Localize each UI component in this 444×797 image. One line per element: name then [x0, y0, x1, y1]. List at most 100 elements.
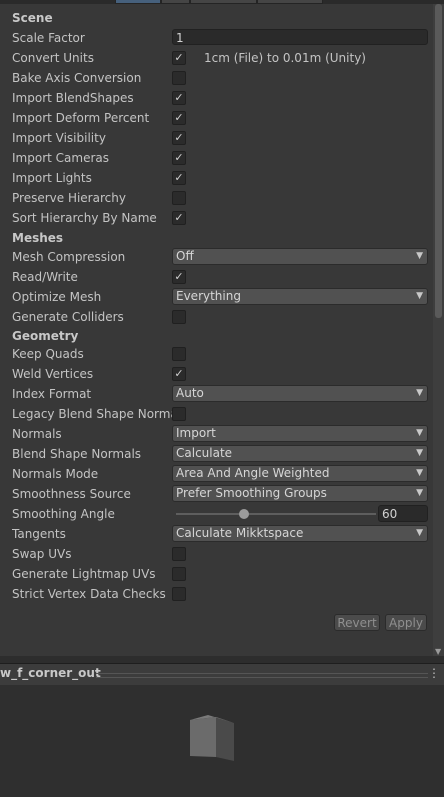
label-import-visibility: Import Visibility	[12, 131, 106, 145]
row-generate-colliders: Generate Colliders	[12, 307, 432, 327]
row-import-deform-percent: Import Deform Percent ✓	[12, 108, 432, 128]
panel-divider[interactable]	[0, 656, 444, 663]
preview-title: w_f_corner_out	[0, 666, 101, 680]
sort-hierarchy-checkbox[interactable]: ✓	[172, 211, 186, 225]
row-import-blendshapes: Import BlendShapes ✓	[12, 88, 432, 108]
generate-colliders-checkbox[interactable]	[172, 310, 186, 324]
row-legacy-blend-shape-normals: Legacy Blend Shape Norma	[12, 404, 432, 424]
row-preserve-hierarchy: Preserve Hierarchy	[12, 188, 432, 208]
normals-value: Import	[176, 426, 216, 440]
normals-mode-value: Area And Angle Weighted	[176, 466, 330, 480]
normals-dropdown[interactable]: Import ▼	[172, 425, 428, 442]
strict-vertex-data-checks-checkbox[interactable]	[172, 587, 186, 601]
mesh-compression-dropdown[interactable]: Off ▼	[172, 248, 428, 265]
model-preview[interactable]	[0, 685, 444, 797]
label-bake-axis-conversion: Bake Axis Conversion	[12, 71, 142, 85]
generate-lightmap-uvs-checkbox[interactable]	[172, 567, 186, 581]
chevron-down-icon: ▼	[416, 448, 423, 458]
row-swap-uvs: Swap UVs	[12, 544, 432, 564]
label-normals: Normals	[12, 427, 62, 441]
bake-axis-conversion-checkbox[interactable]	[172, 71, 186, 85]
row-generate-lightmap-uvs: Generate Lightmap UVs	[12, 564, 432, 584]
row-sort-hierarchy: Sort Hierarchy By Name ✓	[12, 208, 432, 228]
label-generate-lightmap-uvs: Generate Lightmap UVs	[12, 567, 156, 581]
smoothness-source-dropdown[interactable]: Prefer Smoothing Groups ▼	[172, 485, 428, 502]
section-header-meshes: Meshes	[12, 231, 64, 245]
label-read-write: Read/Write	[12, 270, 78, 284]
label-keep-quads: Keep Quads	[12, 347, 84, 361]
import-blendshapes-checkbox[interactable]: ✓	[172, 91, 186, 105]
label-preserve-hierarchy: Preserve Hierarchy	[12, 191, 126, 205]
row-read-write: Read/Write ✓	[12, 267, 432, 287]
blend-shape-normals-dropdown[interactable]: Calculate ▼	[172, 445, 428, 462]
legacy-blend-shape-normals-checkbox[interactable]	[172, 407, 186, 421]
preview-drag-handle[interactable]	[96, 673, 428, 678]
tangents-dropdown[interactable]: Calculate Mikktspace ▼	[172, 525, 428, 542]
row-normals: Normals Import ▼	[12, 424, 432, 444]
label-swap-uvs: Swap UVs	[12, 547, 72, 561]
row-scale-factor: Scale Factor 1	[12, 28, 432, 48]
row-convert-units: Convert Units ✓ 1cm (File) to 0.01m (Uni…	[12, 48, 432, 68]
preview-header[interactable]: w_f_corner_out ⋮	[0, 663, 444, 686]
swap-uvs-checkbox[interactable]	[172, 547, 186, 561]
inspector-scrollbar[interactable]: ▼	[433, 4, 444, 656]
row-mesh-compression: Mesh Compression Off ▼	[12, 247, 432, 267]
row-import-cameras: Import Cameras ✓	[12, 148, 432, 168]
inspector-scrollbar-thumb[interactable]	[435, 4, 442, 318]
label-normals-mode: Normals Mode	[12, 467, 99, 481]
label-import-cameras: Import Cameras	[12, 151, 109, 165]
label-generate-colliders: Generate Colliders	[12, 310, 124, 324]
import-cameras-checkbox[interactable]: ✓	[172, 151, 186, 165]
label-smoothing-angle: Smoothing Angle	[12, 507, 115, 521]
index-format-dropdown[interactable]: Auto ▼	[172, 385, 428, 402]
section-header-scene: Scene	[12, 11, 53, 25]
row-import-lights: Import Lights ✓	[12, 168, 432, 188]
smoothing-angle-slider[interactable]	[176, 509, 376, 519]
more-options-icon[interactable]: ⋮	[428, 666, 440, 680]
row-blend-shape-normals: Blend Shape Normals Calculate ▼	[12, 444, 432, 464]
import-lights-checkbox[interactable]: ✓	[172, 171, 186, 185]
scroll-down-arrow-icon[interactable]: ▼	[435, 647, 441, 656]
smoothing-angle-slider-thumb[interactable]	[239, 509, 250, 519]
weld-vertices-checkbox[interactable]: ✓	[172, 367, 186, 381]
normals-mode-dropdown[interactable]: Area And Angle Weighted ▼	[172, 465, 428, 482]
import-deform-percent-checkbox[interactable]: ✓	[172, 111, 186, 125]
preserve-hierarchy-checkbox[interactable]	[172, 191, 186, 205]
label-smoothness-source: Smoothness Source	[12, 487, 131, 501]
optimize-mesh-dropdown[interactable]: Everything ▼	[172, 288, 428, 305]
revert-button[interactable]: Revert	[334, 614, 380, 631]
label-strict-vertex-data-checks: Strict Vertex Data Checks	[12, 587, 166, 601]
keep-quads-checkbox[interactable]	[172, 347, 186, 361]
section-header-geometry: Geometry	[12, 329, 79, 343]
row-bake-axis-conversion: Bake Axis Conversion	[12, 68, 432, 88]
import-visibility-checkbox[interactable]: ✓	[172, 131, 186, 145]
smoothing-angle-input[interactable]: 60	[378, 505, 428, 522]
label-scale-factor: Scale Factor	[12, 31, 85, 45]
row-smoothness-source: Smoothness Source Prefer Smoothing Group…	[12, 484, 432, 504]
scale-factor-input[interactable]: 1	[172, 29, 428, 45]
label-import-deform-percent: Import Deform Percent	[12, 111, 150, 125]
read-write-checkbox[interactable]: ✓	[172, 270, 186, 284]
optimize-mesh-value: Everything	[176, 289, 241, 303]
row-tangents: Tangents Calculate Mikktspace ▼	[12, 524, 432, 544]
apply-button[interactable]: Apply	[385, 614, 427, 631]
row-smoothing-angle: Smoothing Angle 60	[12, 504, 432, 524]
model-import-settings: Scene Scale Factor 1 Convert Units ✓ 1cm…	[0, 4, 432, 656]
convert-units-checkbox[interactable]: ✓	[172, 51, 186, 65]
tangents-value: Calculate Mikktspace	[176, 526, 304, 540]
row-strict-vertex-data-checks: Strict Vertex Data Checks	[12, 584, 432, 604]
row-optimize-mesh: Optimize Mesh Everything ▼	[12, 287, 432, 307]
label-tangents: Tangents	[12, 527, 66, 541]
row-index-format: Index Format Auto ▼	[12, 384, 432, 404]
label-optimize-mesh: Optimize Mesh	[12, 290, 102, 304]
blend-shape-normals-value: Calculate	[176, 446, 233, 460]
label-blend-shape-normals: Blend Shape Normals	[12, 447, 142, 461]
label-legacy-blend-shape-normals: Legacy Blend Shape Norma	[12, 407, 172, 421]
label-convert-units: Convert Units	[12, 51, 94, 65]
smoothness-source-value: Prefer Smoothing Groups	[176, 486, 327, 500]
chevron-down-icon: ▼	[416, 291, 423, 301]
row-normals-mode: Normals Mode Area And Angle Weighted ▼	[12, 464, 432, 484]
chevron-down-icon: ▼	[416, 388, 423, 398]
label-mesh-compression: Mesh Compression	[12, 250, 126, 264]
index-format-value: Auto	[176, 386, 204, 400]
